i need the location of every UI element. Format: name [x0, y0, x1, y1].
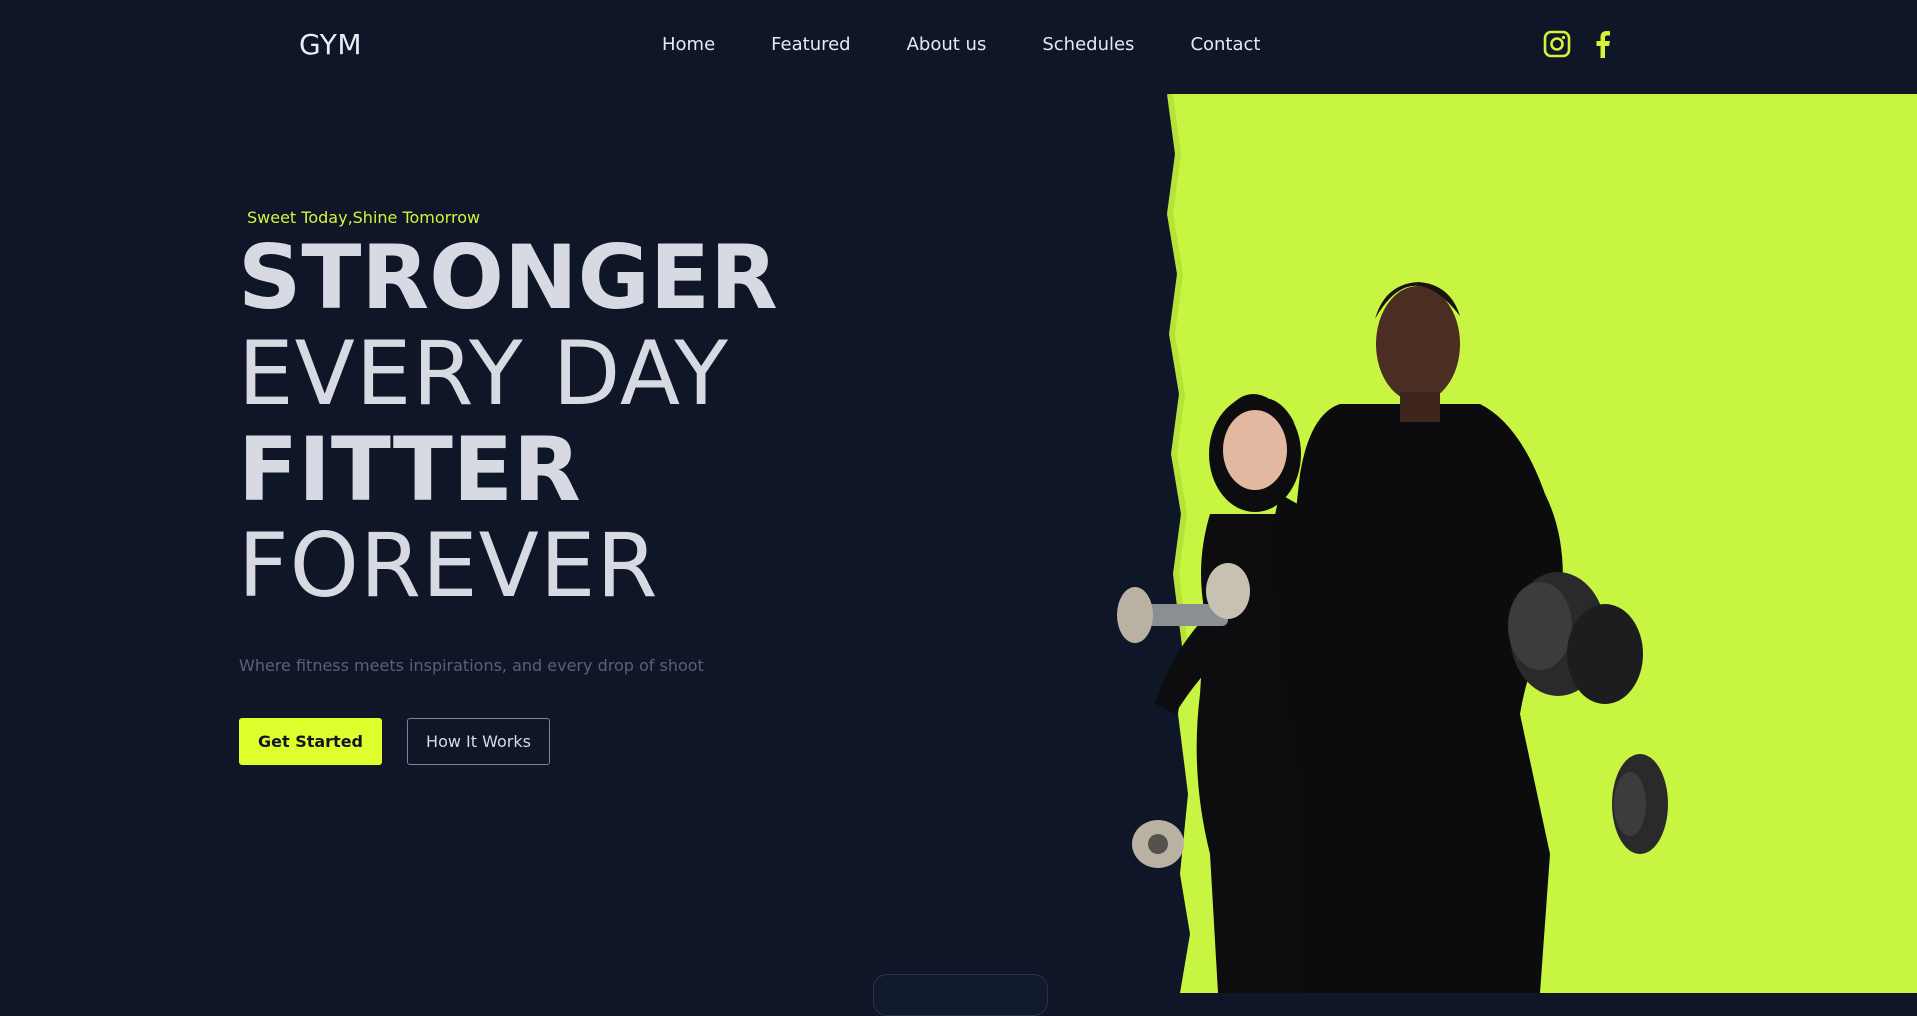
nav-about-us[interactable]: About us [907, 34, 987, 55]
get-started-button[interactable]: Get Started [239, 718, 382, 765]
instagram-icon[interactable] [1543, 30, 1571, 60]
headline-line-2: EVERY DAY [238, 322, 729, 425]
brand-logo[interactable]: GYM [299, 28, 362, 61]
how-it-works-button[interactable]: How It Works [407, 718, 550, 765]
hero-subtitle: Where fitness meets inspirations, and ev… [239, 656, 704, 675]
hero-tagline: Sweet Today,Shine Tomorrow [247, 208, 481, 227]
headline-line-4: FOREVER [238, 514, 659, 617]
bottom-toolbar[interactable] [873, 974, 1048, 1016]
headline-line-1: STRONGER [238, 226, 778, 329]
hero-athletes-image [1100, 93, 1917, 993]
main-nav: Home Featured About us Schedules Contact [662, 34, 1260, 55]
headline-line-3: FITTER [238, 418, 581, 521]
hero-headline: STRONGER EVERY DAY FITTER FOREVER [238, 230, 778, 614]
social-links [1543, 30, 1621, 60]
nav-schedules[interactable]: Schedules [1042, 34, 1134, 55]
nav-home[interactable]: Home [662, 34, 715, 55]
nav-contact[interactable]: Contact [1190, 34, 1260, 55]
nav-featured[interactable]: Featured [771, 34, 850, 55]
facebook-icon[interactable] [1593, 30, 1621, 60]
